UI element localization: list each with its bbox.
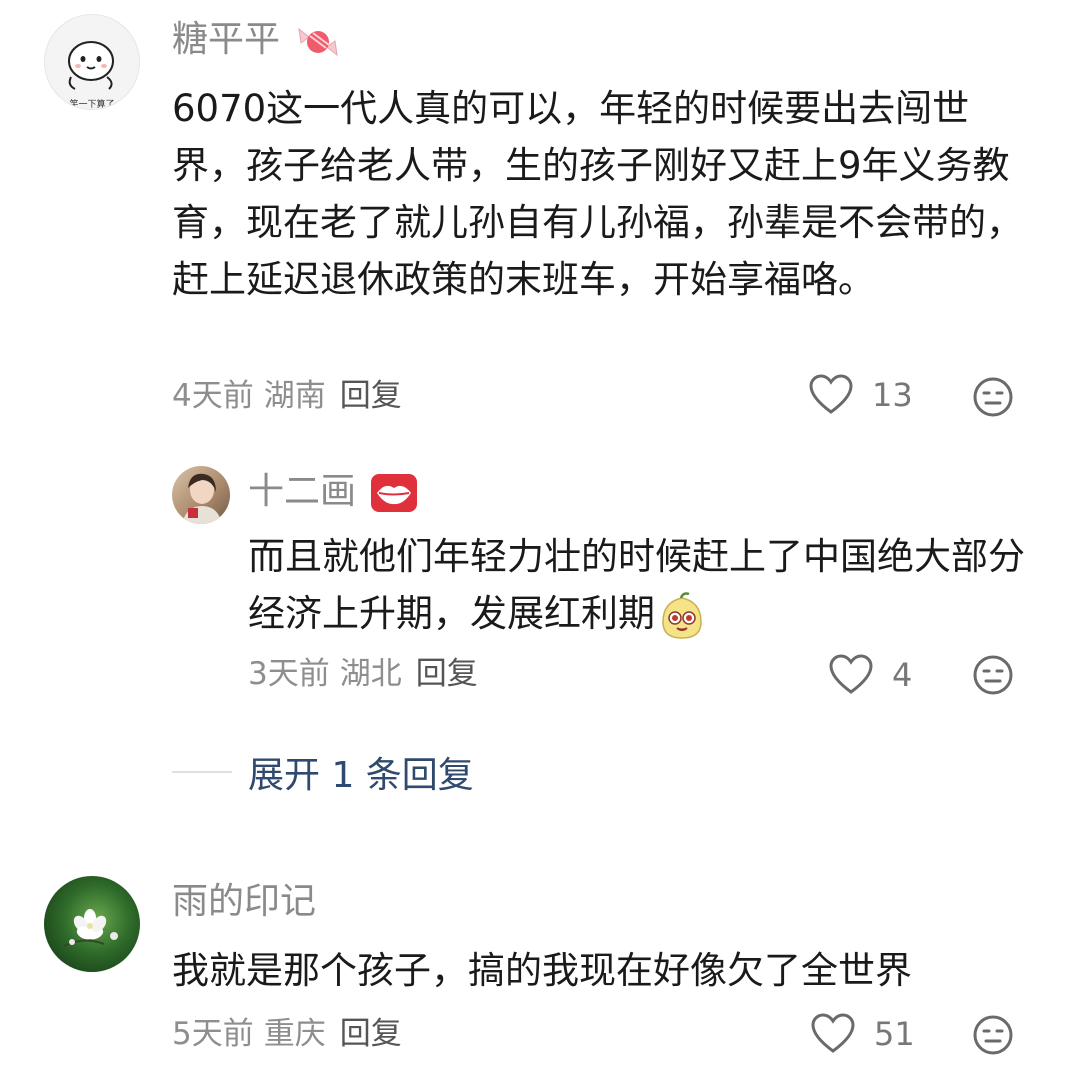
reply-button[interactable]: 回复 (416, 656, 478, 692)
meh-face-icon (973, 655, 1013, 695)
region: 湖北 (339, 656, 402, 692)
candy-icon (298, 27, 339, 57)
meh-face-icon (973, 1015, 1013, 1055)
expand-label: 展开 1 条回复 (248, 755, 474, 796)
like-button[interactable]: 4 (828, 654, 912, 696)
like-count: 4 (892, 656, 913, 694)
dislike-button[interactable] (972, 654, 1014, 700)
reply-meta: 3天前 湖北 回复 (248, 654, 478, 694)
meh-face-icon (973, 377, 1013, 417)
expand-replies-button[interactable]: 展开 1 条回复 (172, 746, 474, 798)
comment-meta: 5天前 重庆 回复 (172, 1014, 402, 1054)
username[interactable]: 糖平平 (172, 18, 343, 62)
lips-icon (371, 474, 418, 512)
username[interactable]: 雨的印记 (172, 880, 316, 924)
region: 重庆 (263, 1016, 326, 1052)
heart-icon (809, 374, 853, 414)
like-count: 13 (872, 376, 913, 414)
divider (172, 771, 232, 773)
timestamp: 3天前 (248, 656, 330, 692)
pear-smile-emoji (662, 591, 702, 639)
avatar[interactable] (172, 466, 230, 524)
dislike-button[interactable] (972, 1014, 1014, 1060)
cartoon-face-icon (68, 41, 114, 90)
portrait-icon (182, 473, 222, 524)
heart-icon (829, 654, 873, 694)
avatar[interactable]: 笑一下算了 (44, 14, 140, 110)
comment-text: 6070这一代人真的可以，年轻的时候要出去闯世界，孩子给老人带，生的孩子刚好又赶… (172, 87, 1023, 301)
like-count: 51 (874, 1015, 915, 1053)
avatar[interactable] (44, 876, 140, 972)
heart-icon (811, 1013, 855, 1053)
reply-button[interactable]: 回复 (340, 1016, 402, 1052)
comment-text: 我就是那个孩子，搞的我现在好像欠了全世界 (172, 949, 912, 992)
region: 湖南 (263, 378, 326, 414)
reply-text: 而且就他们年轻力壮的时候赶上了中国绝大部分经济上升期，发展红利期 (248, 528, 1048, 642)
username[interactable]: 十二画 (248, 470, 419, 514)
timestamp: 5天前 (172, 1016, 254, 1052)
timestamp: 4天前 (172, 378, 254, 414)
dislike-button[interactable] (972, 376, 1014, 422)
like-button[interactable]: 13 (808, 374, 913, 416)
avatar-caption: 笑一下算了 (69, 100, 115, 110)
like-button[interactable]: 51 (810, 1013, 915, 1055)
comment-meta: 4天前 湖南 回复 (172, 376, 402, 416)
jasmine-flower-icon (63, 909, 118, 947)
reply-button[interactable]: 回复 (340, 378, 402, 414)
